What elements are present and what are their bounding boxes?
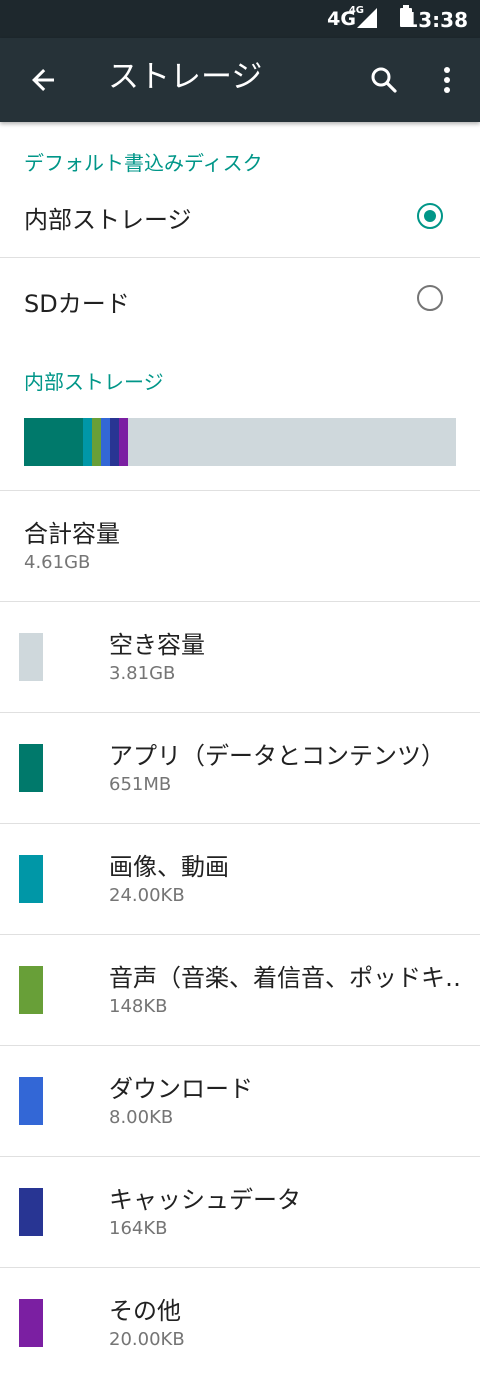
option-sd-card-label: SDカード	[24, 290, 130, 318]
more-vert-icon	[444, 67, 450, 93]
divider	[0, 934, 480, 935]
category-title: 音声（音楽、着信音、ポッドキ‥	[109, 964, 462, 992]
more-options-button[interactable]	[424, 56, 472, 104]
status-bar: 4G 4G 13:38	[0, 0, 480, 38]
color-swatch	[19, 1299, 43, 1347]
color-swatch	[19, 855, 43, 903]
app-bar: ストレージ	[0, 38, 480, 122]
category-title: その他	[109, 1297, 181, 1325]
category-size: 8.00KB	[109, 1107, 174, 1128]
bar-segment-apps	[24, 418, 83, 466]
search-button[interactable]	[360, 56, 408, 104]
category-title: 空き容量	[109, 631, 205, 659]
category-size: 3.81GB	[109, 663, 176, 684]
total-capacity-value: 4.61GB	[24, 552, 91, 573]
category-title: 画像、動画	[109, 853, 229, 881]
category-size: 651MB	[109, 774, 172, 795]
divider	[0, 601, 480, 602]
divider	[0, 1156, 480, 1157]
category-size: 148KB	[109, 996, 168, 1017]
bar-segment-audio	[92, 418, 101, 466]
default-disk-header: デフォルト書込みディスク	[24, 151, 263, 175]
category-title: キャッシュデータ	[109, 1186, 301, 1214]
storage-usage-bar	[24, 418, 456, 466]
signal-icon	[357, 8, 377, 28]
total-capacity-title: 合計容量	[24, 520, 120, 548]
divider	[0, 1267, 480, 1268]
bar-segment-other	[119, 418, 128, 466]
page-title: ストレージ	[108, 59, 263, 95]
category-size: 20.00KB	[109, 1329, 185, 1350]
divider	[0, 257, 480, 258]
bar-segment-images	[83, 418, 92, 466]
divider	[0, 1045, 480, 1046]
category-size: 24.00KB	[109, 885, 185, 906]
internal-storage-radio[interactable]	[417, 203, 443, 229]
option-internal-storage-label: 内部ストレージ	[24, 206, 192, 234]
internal-storage-header: 内部ストレージ	[24, 370, 164, 394]
color-swatch	[19, 633, 43, 681]
back-button[interactable]	[20, 56, 68, 104]
category-size: 164KB	[109, 1218, 168, 1239]
status-time: 13:38	[404, 8, 468, 32]
color-swatch	[19, 1077, 43, 1125]
search-icon	[371, 67, 397, 93]
divider	[0, 490, 480, 491]
color-swatch	[19, 966, 43, 1014]
divider	[0, 712, 480, 713]
bar-segment-cache	[110, 418, 119, 466]
bar-segment-downloads	[101, 418, 110, 466]
category-title: ダウンロード	[109, 1075, 253, 1103]
divider	[0, 823, 480, 824]
arrow-back-icon	[32, 69, 54, 91]
category-title: アプリ（データとコンテンツ）	[109, 742, 445, 770]
color-swatch	[19, 1188, 43, 1236]
color-swatch	[19, 744, 43, 792]
sd-card-radio[interactable]	[417, 285, 443, 311]
bar-segment-free	[128, 418, 456, 466]
